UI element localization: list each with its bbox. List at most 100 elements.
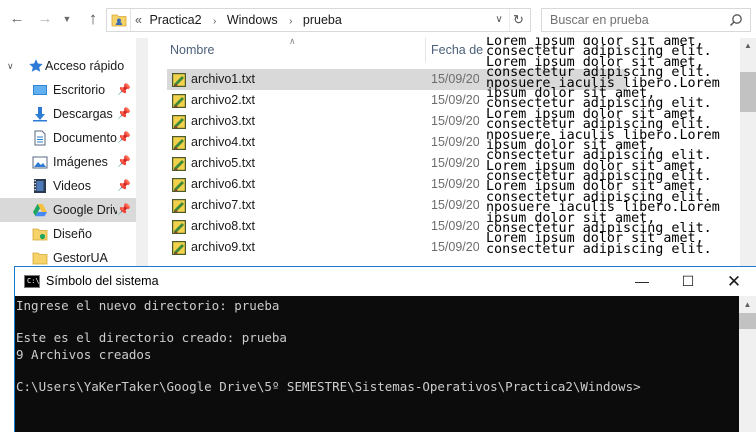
console-window: C:\ Símbolo del sistema — ☐ ✕ Ingrese el… — [14, 266, 756, 432]
explorer-toolbar: ← → ▼ ↑ « Practica2 › Windows › prueba ∨… — [0, 0, 756, 38]
text-file-icon — [171, 72, 187, 88]
file-name: archivo9.txt — [191, 240, 255, 254]
pin-icon[interactable]: 📌 — [117, 150, 131, 174]
column-divider[interactable] — [425, 38, 426, 62]
file-date: 15/09/20 — [431, 177, 479, 191]
documents-icon — [34, 130, 46, 146]
pictures-icon — [32, 156, 48, 169]
column-header-name[interactable]: Nombre — [170, 38, 214, 62]
pin-icon[interactable]: 📌 — [117, 102, 131, 126]
file-name: archivo2.txt — [191, 93, 255, 107]
breadcrumb-item-practica2[interactable]: Practica2 — [149, 9, 201, 31]
videos-icon — [34, 179, 46, 193]
maximize-button[interactable]: ☐ — [665, 267, 711, 296]
file-date: 15/09/20 — [431, 156, 479, 170]
folder-icon — [32, 252, 48, 265]
sidebar-item-label: Diseño — [53, 227, 92, 241]
console-output[interactable]: Ingrese el nuevo directorio: prueba Este … — [15, 296, 739, 432]
file-date: 15/09/20 — [431, 135, 479, 149]
recent-locations-chevron-icon[interactable]: ▼ — [60, 8, 74, 30]
sidebar-item-diseno[interactable]: Diseño — [0, 222, 136, 246]
up-folder-arrow-icon[interactable]: ↑ — [82, 8, 104, 30]
scrollbar-thumb[interactable] — [739, 313, 756, 329]
sidebar-item-label: Google Drive — [53, 203, 117, 217]
google-drive-icon — [33, 204, 47, 217]
breadcrumb-item-prueba[interactable]: prueba — [303, 9, 342, 31]
lorem-line: consectetur adipiscing elit. — [486, 241, 712, 257]
sidebar-item-descargas[interactable]: Descargas 📌 — [0, 102, 136, 126]
pin-icon[interactable]: 📌 — [117, 126, 131, 150]
console-app-icon[interactable]: C:\ — [24, 275, 40, 288]
address-divider — [130, 9, 131, 31]
sidebar-item-quick-access[interactable]: ∨ Acceso rápido — [0, 54, 136, 78]
sidebar-item-label: Documentos — [53, 131, 117, 145]
search-input[interactable] — [542, 9, 717, 31]
file-date: 15/09/20 — [431, 114, 479, 128]
close-button[interactable]: ✕ — [711, 267, 756, 296]
text-file-icon — [171, 93, 187, 109]
console-line: Ingrese el nuevo directorio: prueba — [16, 298, 280, 313]
text-file-icon — [171, 114, 187, 130]
file-date: 15/09/20 — [431, 93, 479, 107]
address-dropdown-icon[interactable]: ∨ — [491, 9, 507, 31]
desktop-icon — [33, 85, 47, 95]
file-name: archivo4.txt — [191, 135, 255, 149]
file-date: 15/09/20 — [431, 72, 479, 86]
console-line: 9 Archivos creados — [16, 346, 152, 362]
search-icon[interactable] — [729, 13, 743, 27]
star-icon — [29, 59, 43, 72]
pin-icon[interactable]: 📌 — [117, 174, 131, 198]
text-file-icon — [171, 135, 187, 151]
breadcrumb: « Practica2 › Windows › prueba — [135, 9, 342, 31]
search-box[interactable] — [541, 8, 751, 32]
text-file-icon — [171, 219, 187, 235]
sidebar-item-google-drive[interactable]: Google Drive 📌 — [0, 198, 136, 222]
sidebar-item-escritorio[interactable]: Escritorio 📌 — [0, 78, 136, 102]
text-file-icon — [171, 198, 187, 214]
sort-ascending-icon: ∧ — [289, 36, 296, 46]
breadcrumb-overflow[interactable]: « — [135, 9, 142, 31]
sidebar-item-documentos[interactable]: Documentos 📌 — [0, 126, 136, 150]
breadcrumb-chevron-icon[interactable]: › — [289, 11, 292, 33]
text-file-icon — [171, 156, 187, 172]
pin-icon[interactable]: 📌 — [117, 78, 131, 102]
text-file-icon — [171, 177, 187, 193]
console-scrollbar[interactable]: ▲ — [739, 296, 756, 432]
file-name: archivo3.txt — [191, 114, 255, 128]
file-date: 15/09/20 — [431, 219, 479, 233]
file-date: 15/09/20 — [431, 198, 479, 212]
sidebar-item-label: Videos — [53, 179, 91, 193]
console-line: C:\Users\YaKerTaker\Google Drive\5º SEME… — [16, 378, 641, 394]
console-title: Símbolo del sistema — [46, 274, 159, 288]
folder-icon — [32, 228, 48, 241]
expand-chevron-icon[interactable]: ∨ — [7, 54, 14, 78]
folder-user-icon — [111, 14, 127, 27]
file-date: 15/09/20 — [431, 240, 479, 254]
sidebar-item-label: Imágenes — [53, 155, 108, 169]
forward-arrow-icon[interactable]: → — [34, 8, 56, 30]
breadcrumb-chevron-icon[interactable]: › — [213, 11, 216, 33]
sidebar-item-videos[interactable]: Videos 📌 — [0, 174, 136, 198]
sidebar-item-imagenes[interactable]: Imágenes 📌 — [0, 150, 136, 174]
navigation-pane-scrollbar[interactable] — [136, 38, 148, 278]
sidebar-item-label: Acceso rápido — [45, 59, 125, 73]
file-name: archivo8.txt — [191, 219, 255, 233]
lorem-text-overlay: Lorem ipsum dolor sit amet, consectetur a… — [486, 37, 756, 265]
scroll-up-arrow-icon[interactable]: ▲ — [739, 296, 756, 313]
console-line: Este es el directorio creado: prueba — [16, 330, 287, 346]
column-header-date[interactable]: Fecha de — [431, 38, 483, 62]
file-name: archivo1.txt — [191, 72, 255, 86]
address-bar[interactable]: « Practica2 › Windows › prueba ∨ ↻ — [106, 8, 531, 32]
text-file-icon — [171, 240, 187, 256]
download-icon — [33, 107, 47, 122]
back-arrow-icon[interactable]: ← — [6, 8, 28, 30]
file-name: archivo6.txt — [191, 177, 255, 191]
minimize-button[interactable]: — — [619, 267, 665, 296]
refresh-icon[interactable]: ↻ — [509, 9, 527, 31]
navigation-pane: ∨ Acceso rápido Escritorio 📌 Descargas 📌… — [0, 38, 148, 278]
breadcrumb-item-windows[interactable]: Windows — [227, 9, 278, 31]
pin-icon[interactable]: 📌 — [117, 198, 131, 222]
console-title-bar[interactable]: C:\ Símbolo del sistema — ☐ ✕ — [15, 267, 756, 296]
